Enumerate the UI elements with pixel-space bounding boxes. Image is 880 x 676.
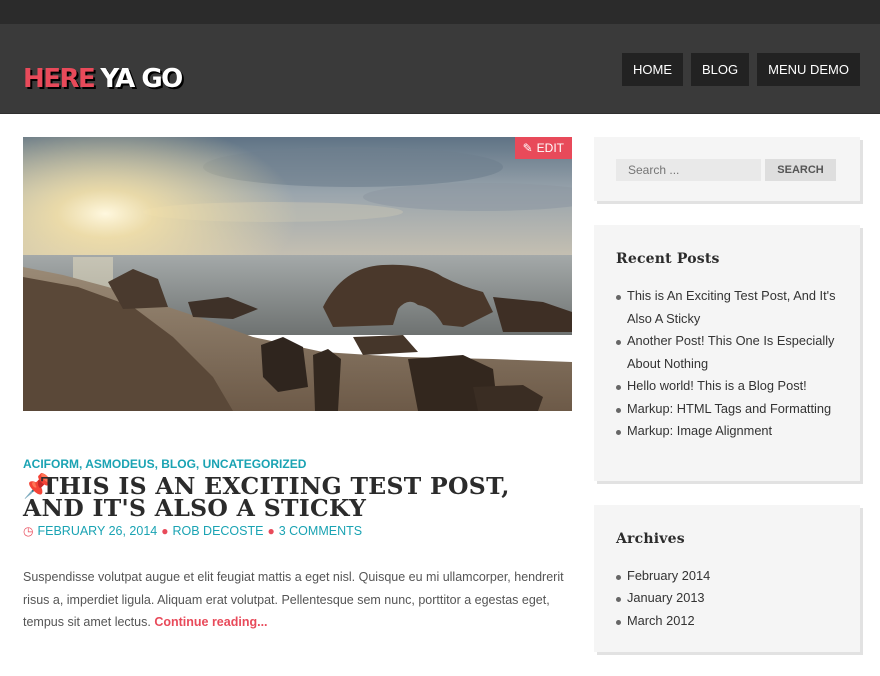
search-button[interactable]: SEARCH (765, 159, 836, 181)
recent-posts-widget: Recent Posts This is An Exciting Test Po… (594, 225, 860, 481)
post-meta: ◷ FEBRUARY 26, 2014 ● ROB DECOSTE ● 3 CO… (23, 524, 572, 538)
category-link[interactable]: ASMODEUS (85, 457, 154, 471)
search-input[interactable] (616, 159, 761, 181)
post-title[interactable]: 📌THIS IS AN EXCITING TEST POST, AND IT'S… (23, 472, 572, 522)
search-widget: SEARCH (594, 137, 860, 201)
category-link[interactable]: ACIFORM (23, 457, 79, 471)
edit-label: EDIT (536, 141, 564, 155)
post-categories: ACIFORM, ASMODEUS, BLOG, UNCATEGORIZED (23, 457, 307, 471)
site-logo[interactable]: HERE YA GO (23, 64, 183, 94)
recent-post-item[interactable]: Another Post! This One Is Especially Abo… (616, 330, 838, 375)
site-header: HERE YA GO HOME BLOG MENU DEMO (0, 24, 880, 114)
sidebar: SEARCH Recent Posts This is An Exciting … (594, 137, 860, 676)
edit-button[interactable]: ✎ EDIT (514, 137, 572, 159)
logo-part1: HERE (23, 64, 96, 94)
top-strip (0, 0, 880, 24)
recent-post-item[interactable]: Markup: Image Alignment (616, 420, 838, 443)
nav-home[interactable]: HOME (621, 53, 683, 86)
recent-post-item[interactable]: Markup: HTML Tags and Formatting (616, 398, 838, 421)
recent-post-item[interactable]: Hello world! This is a Blog Post! (616, 375, 838, 398)
recent-posts-title: Recent Posts (616, 251, 720, 267)
nav-blog[interactable]: BLOG (690, 53, 750, 86)
nav-menu-demo[interactable]: MENU DEMO (757, 53, 860, 86)
main-nav: HOME BLOG MENU DEMO (621, 53, 860, 86)
main-content: ✎ EDIT ACIFORM, ASMODEUS, BLOG, UNCATEGO… (23, 137, 572, 634)
excerpt-text: Suspendisse volutpat augue et elit feugi… (23, 570, 564, 629)
archives-widget: Archives February 2014 January 2013 Marc… (594, 504, 860, 652)
archive-item[interactable]: January 2013 (616, 587, 838, 610)
continue-reading-link[interactable]: Continue reading... (154, 615, 267, 629)
post-comments[interactable]: 3 COMMENTS (279, 524, 362, 538)
archives-title: Archives (616, 530, 685, 547)
clock-icon: ◷ (23, 524, 34, 538)
logo-part2: YA GO (100, 64, 183, 94)
archive-item[interactable]: March 2012 (616, 610, 838, 633)
recent-post-item[interactable]: This is An Exciting Test Post, And It's … (616, 285, 838, 330)
category-link[interactable]: BLOG (161, 457, 196, 471)
post-author[interactable]: ROB DECOSTE (172, 524, 263, 538)
search-form: SEARCH (616, 159, 838, 181)
post-excerpt: Suspendisse volutpat augue et elit feugi… (23, 566, 572, 634)
category-link[interactable]: UNCATEGORIZED (203, 457, 307, 471)
recent-posts-list: This is An Exciting Test Post, And It's … (616, 285, 838, 443)
comments-icon: ● (267, 524, 275, 538)
user-icon: ● (161, 524, 169, 538)
post-date[interactable]: FEBRUARY 26, 2014 (37, 524, 157, 538)
archives-list: February 2014 January 2013 March 2012 (616, 565, 838, 633)
post-title-text: THIS IS AN EXCITING TEST POST, AND IT'S … (23, 472, 510, 522)
featured-image[interactable]: ✎ EDIT (23, 137, 572, 411)
edit-icon: ✎ (522, 141, 533, 155)
beach-photo (23, 137, 572, 411)
archive-item[interactable]: February 2014 (616, 565, 838, 588)
